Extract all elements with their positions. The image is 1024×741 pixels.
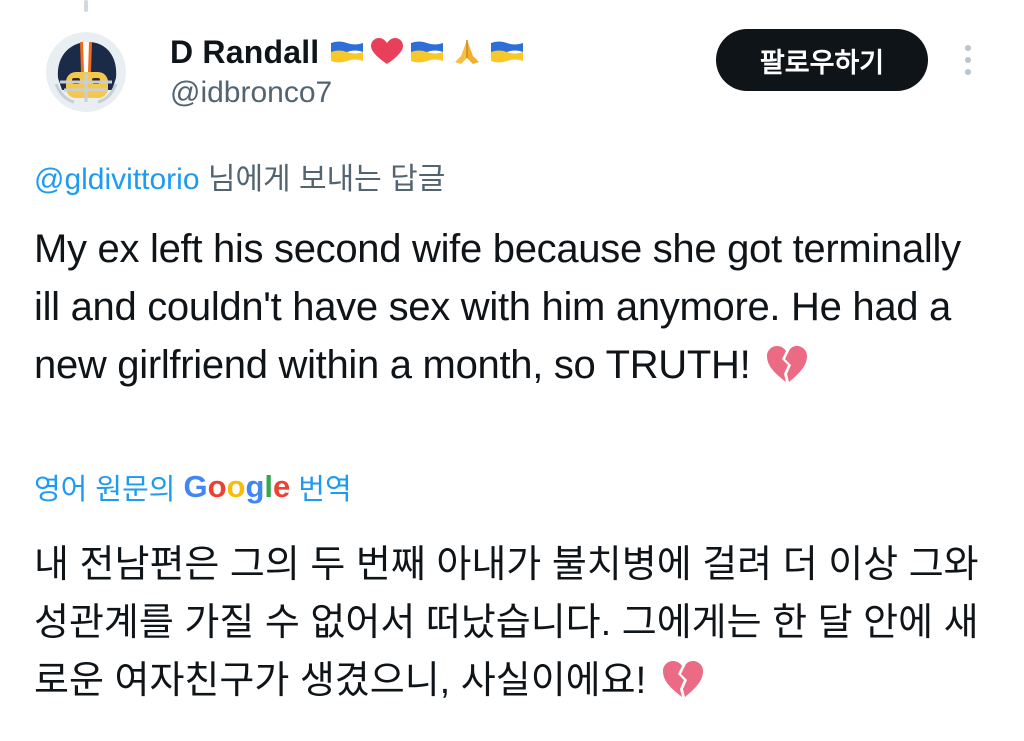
folded-hands-icon (455, 40, 480, 64)
author-block: D Randall @idbronco7 (170, 30, 525, 110)
translated-text-body: 내 전남편은 그의 두 번째 아내가 불치병에 걸려 더 이상 그와 성관계를 … (34, 544, 979, 702)
author-display-name[interactable]: D Randall (170, 34, 319, 71)
translation-suffix: 번역 (298, 474, 352, 506)
author-handle[interactable]: @idbronco7 (170, 76, 525, 110)
author-name-row: D Randall (170, 30, 525, 74)
ukraine-flag-icon (331, 41, 364, 63)
translated-tweet-text: 내 전남편은 그의 두 번째 아내가 불치병에 걸려 더 이상 그와 성관계를 … (34, 536, 994, 710)
tweet-text-body: My ex left his second wife because she g… (34, 227, 961, 387)
ukraine-flag-icon (411, 41, 444, 63)
author-name-emojis (329, 38, 525, 66)
broken-heart-icon (767, 346, 808, 382)
reply-mention-link[interactable]: @gldivittorio (34, 163, 200, 196)
follow-button[interactable]: 팔로우하기 (716, 29, 928, 91)
avatar[interactable] (46, 32, 126, 112)
translation-attribution[interactable]: 영어 원문의 Google 번역 (34, 466, 352, 508)
football-helmet-avatar-icon (46, 32, 126, 112)
ukraine-flag-icon (491, 41, 524, 63)
tweet-page: D Randall @idbronco7 팔로우하기 @gldivittorio… (0, 0, 1024, 741)
reply-context-suffix: 님에게 보내는 답글 (199, 163, 446, 196)
translation-prefix: 영어 원문의 (34, 474, 176, 506)
broken-heart-icon (662, 661, 703, 697)
red-heart-icon (371, 38, 404, 64)
more-options-icon[interactable] (958, 42, 978, 82)
tweet-text: My ex left his second wife because she g… (34, 220, 994, 394)
thread-connector-line (84, 0, 88, 12)
reply-context: @gldivittorio 님에게 보내는 답글 (34, 154, 445, 198)
google-logo: Google (183, 469, 291, 504)
